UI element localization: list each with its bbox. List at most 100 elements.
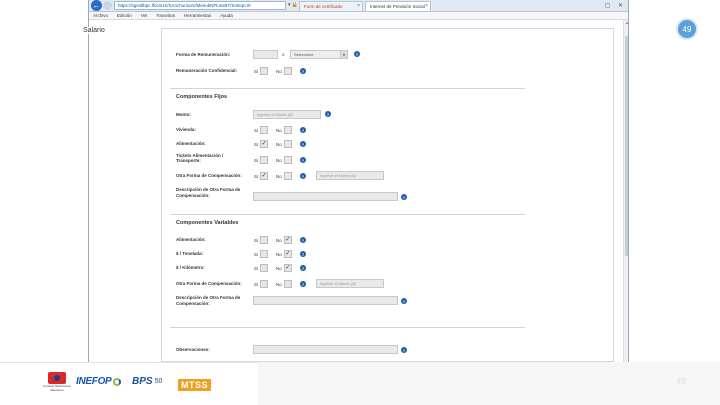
help-icon[interactable]: ? bbox=[300, 141, 306, 147]
observaciones-input[interactable] bbox=[253, 345, 398, 354]
help-icon[interactable]: ? bbox=[300, 68, 306, 74]
kilometro-si[interactable]: Si bbox=[254, 264, 269, 272]
otra-forma-si[interactable]: Si ✓ bbox=[254, 172, 269, 180]
help-icon[interactable]: ? bbox=[300, 281, 306, 287]
var-descripcion-label-line2: Compensación: bbox=[176, 301, 210, 306]
menu-herramientas[interactable]: Herramientas bbox=[184, 12, 211, 19]
var-descripcion-input[interactable] bbox=[253, 296, 398, 305]
kilometro-no[interactable]: No ✓ bbox=[276, 264, 292, 272]
tab-certificado[interactable]: Form de certificado × bbox=[299, 1, 363, 11]
checkbox-checked[interactable]: ✓ bbox=[260, 140, 269, 148]
close-icon[interactable]: × bbox=[357, 3, 360, 9]
menu-ver[interactable]: Ver bbox=[141, 12, 148, 19]
otra-forma-no[interactable]: No bbox=[276, 172, 292, 180]
mtss-logo: MTSS bbox=[178, 379, 212, 391]
option-label: Si bbox=[254, 68, 259, 74]
checkbox-checked[interactable]: ✓ bbox=[260, 172, 269, 180]
var-otra-forma-si[interactable]: Si bbox=[254, 280, 269, 288]
faded-page-number: 49 bbox=[676, 376, 687, 386]
forward-button[interactable]: → bbox=[103, 1, 112, 10]
checkbox[interactable] bbox=[283, 126, 292, 134]
help-icon[interactable]: ? bbox=[300, 237, 306, 243]
var-alimentacion-no[interactable]: No ✓ bbox=[276, 236, 292, 244]
menu-ayuda[interactable]: Ayuda bbox=[220, 12, 233, 19]
help-icon[interactable]: ? bbox=[401, 194, 407, 200]
var-otra-monto-placeholder: Ingrese el Monto ($) bbox=[320, 281, 356, 286]
help-icon[interactable]: ? bbox=[300, 127, 306, 133]
tickets-si[interactable]: Si bbox=[254, 156, 269, 164]
section-divider bbox=[170, 88, 525, 89]
checkbox[interactable] bbox=[260, 156, 269, 164]
bps-logo-text: BPS bbox=[132, 376, 153, 387]
checkbox[interactable] bbox=[260, 264, 269, 272]
checkbox[interactable] bbox=[283, 280, 292, 288]
vertical-scrollbar[interactable]: ▲ bbox=[623, 20, 628, 362]
tonelada-si[interactable]: Si bbox=[254, 250, 269, 258]
forma-remuneracion-select[interactable]: Seleccione ▾ bbox=[290, 50, 348, 59]
checkbox-checked[interactable]: ✓ bbox=[283, 250, 292, 258]
menu-archivo[interactable]: Archivo bbox=[93, 12, 108, 19]
vivienda-no[interactable]: No bbox=[276, 126, 292, 134]
back-button[interactable]: ← bbox=[91, 0, 102, 11]
help-icon[interactable]: ? bbox=[401, 298, 407, 304]
checkbox[interactable] bbox=[260, 280, 269, 288]
checkbox-checked[interactable]: ✓ bbox=[283, 264, 292, 272]
checkbox[interactable] bbox=[283, 156, 292, 164]
help-icon[interactable]: ? bbox=[354, 51, 360, 57]
var-otra-forma-label: Otra Forma de Compensación: bbox=[176, 281, 242, 286]
option-label: No bbox=[276, 127, 282, 133]
help-icon[interactable]: ? bbox=[401, 347, 407, 353]
otra-forma-monto-input[interactable]: Ingrese el Monto ($) bbox=[316, 171, 384, 180]
option-label: Si bbox=[254, 127, 259, 133]
scroll-up-icon[interactable]: ▲ bbox=[624, 20, 628, 26]
help-icon[interactable]: ? bbox=[300, 157, 306, 163]
window-controls[interactable]: ▢ ✕ bbox=[605, 2, 626, 9]
confidencial-si[interactable]: Si bbox=[254, 67, 269, 75]
address-bar: ← → https://sgestlbpc.lfocsUX/SAnchuriso… bbox=[89, 0, 628, 12]
confidencial-no[interactable]: No bbox=[276, 67, 292, 75]
scroll-thumb[interactable] bbox=[625, 36, 628, 256]
var-alimentacion-si[interactable]: Si bbox=[254, 236, 269, 244]
var-otra-forma-no[interactable]: No bbox=[276, 280, 292, 288]
vivienda-label: Vivienda: bbox=[176, 127, 196, 132]
chevron-down-icon: ▾ bbox=[340, 51, 347, 58]
monto-placeholder: Ingrese el Monto ($) bbox=[257, 112, 293, 117]
kilometro-label: $ / Kilómetro: bbox=[176, 265, 205, 270]
componentes-fijos-title: Componentes Fijos bbox=[176, 94, 228, 100]
vivienda-si[interactable]: Si bbox=[254, 126, 269, 134]
checkbox[interactable] bbox=[260, 126, 269, 134]
help-icon[interactable]: ? bbox=[300, 173, 306, 179]
option-label: No bbox=[276, 157, 282, 163]
tonelada-no[interactable]: No ✓ bbox=[276, 250, 292, 258]
checkbox[interactable] bbox=[260, 236, 269, 244]
alimentacion-label: Alimentación: bbox=[176, 141, 206, 146]
remuneracion-confidencial-label: Remuneración Confidencial: bbox=[176, 68, 238, 73]
inefop-swirl-icon bbox=[113, 377, 122, 386]
help-icon[interactable]: ? bbox=[325, 111, 331, 117]
tickets-no[interactable]: No bbox=[276, 156, 292, 164]
checkbox[interactable] bbox=[283, 172, 292, 180]
close-icon[interactable]: × bbox=[425, 3, 428, 9]
url-input[interactable]: https://sgestlbpc.lfocsUX/SAnchurisom/Me… bbox=[114, 1, 286, 10]
option-label: Si bbox=[254, 157, 259, 163]
var-otra-forma-monto-input[interactable]: Ingrese el Monto ($) bbox=[316, 279, 384, 288]
checkbox[interactable] bbox=[260, 67, 269, 75]
checkbox-checked[interactable]: ✓ bbox=[283, 236, 292, 244]
forma-remuneracion-input[interactable] bbox=[253, 50, 278, 59]
alimentacion-si[interactable]: Si ✓ bbox=[254, 140, 269, 148]
checkbox[interactable] bbox=[260, 250, 269, 258]
checkbox[interactable] bbox=[283, 67, 292, 75]
tab-prevision-social[interactable]: Internet de Previsión Social × bbox=[365, 1, 431, 11]
forma-remuneracion-label: Forma de Remuneración: bbox=[176, 52, 231, 57]
menu-favoritos[interactable]: Favoritos bbox=[157, 12, 176, 19]
descripcion-input[interactable] bbox=[253, 192, 398, 201]
fieldset-legend: Salario bbox=[80, 27, 108, 34]
help-icon[interactable]: ? bbox=[300, 251, 306, 257]
alimentacion-no[interactable]: No bbox=[276, 140, 292, 148]
monto-input[interactable]: Ingrese el Monto ($) bbox=[253, 110, 321, 119]
checkbox[interactable] bbox=[283, 140, 292, 148]
help-icon[interactable]: ? bbox=[300, 265, 306, 271]
var-descripcion-label-line1: Descripción de Otra Forma de bbox=[176, 295, 241, 300]
var-alimentacion-label: Alimentación: bbox=[176, 237, 206, 242]
menu-edicion[interactable]: Edición bbox=[117, 12, 132, 19]
